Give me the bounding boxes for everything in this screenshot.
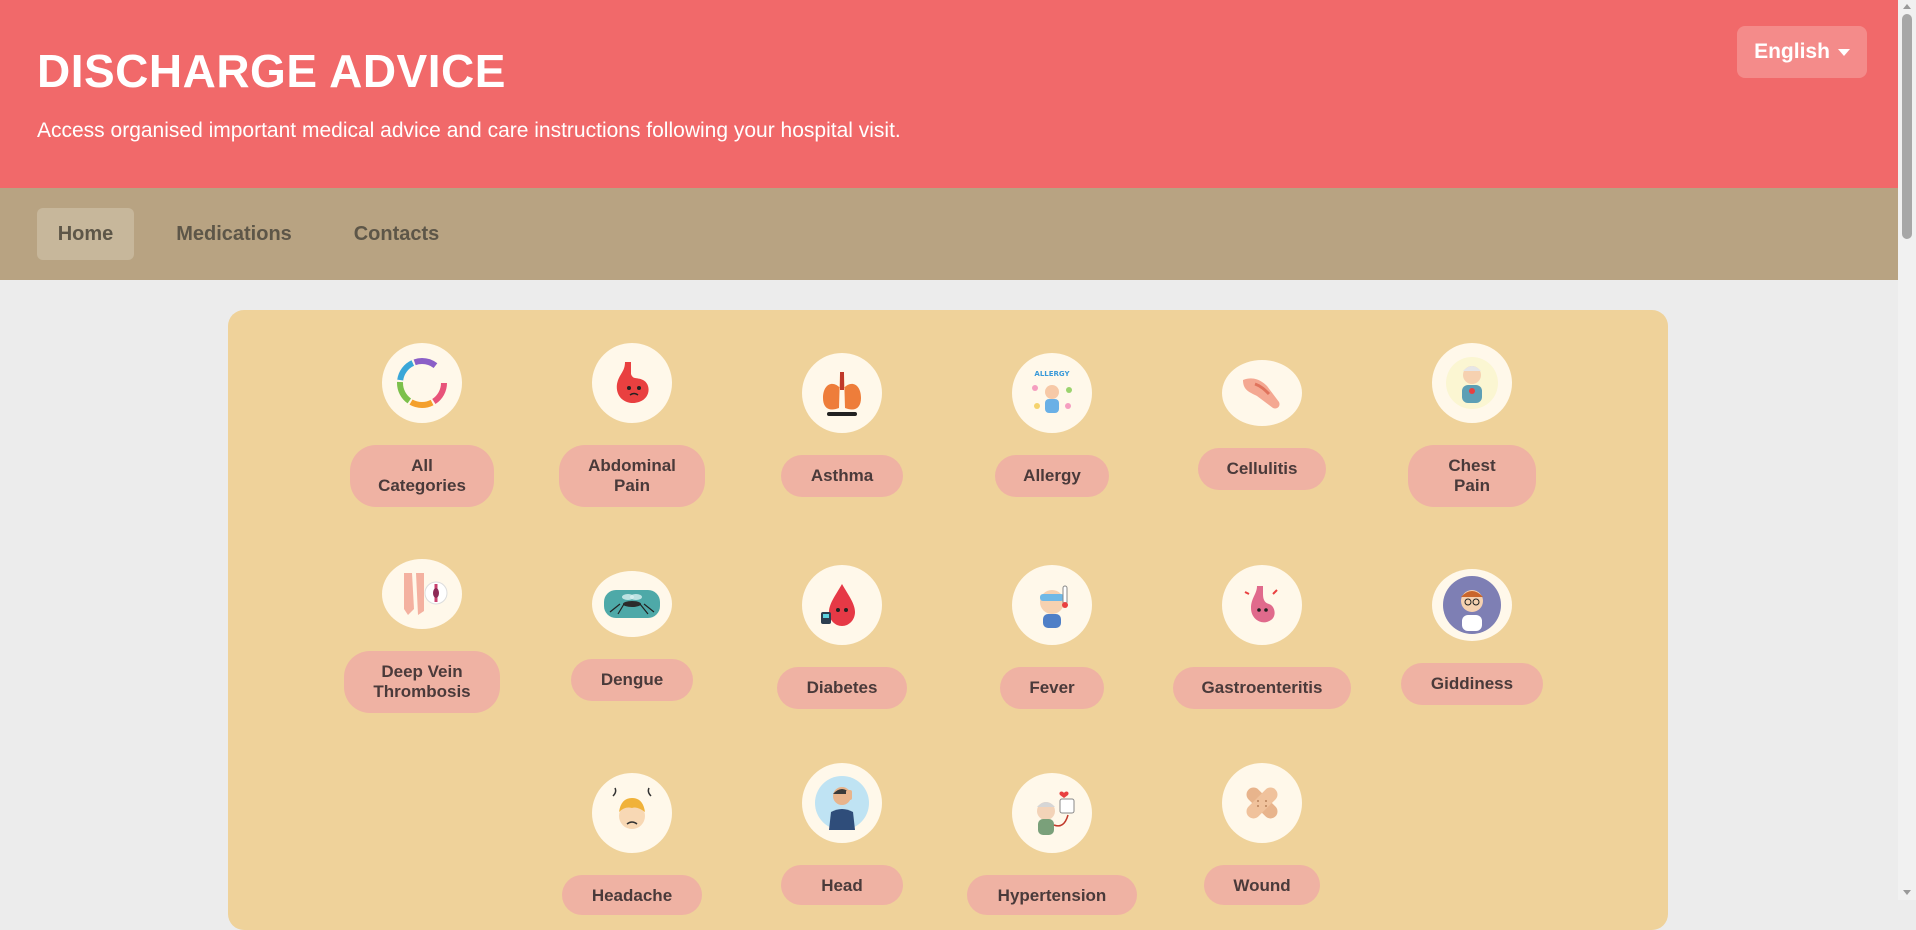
scroll-up-arrow-icon[interactable]: [1903, 4, 1911, 9]
allergy-icon: ALLERGY: [1012, 353, 1092, 433]
category-cellulitis[interactable]: Cellulitis: [1177, 360, 1347, 490]
elderly-blood-pressure-icon: [1012, 773, 1092, 853]
thermometer-child-icon: [1012, 565, 1092, 645]
category-label: Diabetes: [777, 667, 907, 709]
category-label: Giddiness: [1401, 663, 1543, 705]
category-label: Headache: [562, 875, 702, 915]
bandage-icon: [1222, 763, 1302, 843]
nav-medications[interactable]: Medications: [158, 208, 310, 260]
site-header: DISCHARGE ADVICE Access organised import…: [0, 0, 1898, 188]
dizzy-person-icon: [1432, 569, 1512, 641]
category-label: Allergy: [995, 455, 1109, 497]
category-allergy[interactable]: ALLERGY Allergy: [967, 353, 1137, 497]
category-all-categories[interactable]: All Categories: [337, 343, 507, 507]
leg-icon: [1222, 360, 1302, 426]
svg-text:ALLERGY: ALLERGY: [1034, 370, 1070, 378]
head-injury-icon: [802, 763, 882, 843]
main-nav: Home Medications Contacts: [0, 188, 1898, 280]
category-asthma[interactable]: Asthma: [757, 353, 927, 497]
category-chest-pain[interactable]: Chest Pain: [1387, 343, 1557, 507]
category-label: Chest Pain: [1408, 445, 1536, 507]
page-title: DISCHARGE ADVICE: [37, 45, 506, 97]
category-label: Head: [781, 865, 903, 905]
category-label: All Categories: [350, 445, 494, 507]
category-panel: All Categories Abdominal Pain Asthma ALL: [228, 310, 1668, 930]
nav-home[interactable]: Home: [37, 208, 134, 260]
vein-leg-icon: [382, 559, 462, 629]
scrollbar-thumb[interactable]: [1902, 14, 1912, 239]
category-head[interactable]: Head: [757, 763, 927, 905]
category-headache[interactable]: Headache: [547, 773, 717, 915]
category-hypertension[interactable]: Hypertension: [967, 773, 1137, 915]
nav-contacts[interactable]: Contacts: [334, 208, 459, 260]
headache-child-icon: [592, 773, 672, 853]
category-label: Dengue: [571, 659, 693, 701]
category-label: Asthma: [781, 455, 903, 497]
category-dengue[interactable]: Dengue: [547, 571, 717, 701]
stomach-icon: [592, 343, 672, 423]
lungs-icon: [802, 353, 882, 433]
category-label: Wound: [1204, 865, 1320, 905]
language-label: English: [1754, 40, 1830, 63]
chevron-down-icon: [1837, 48, 1850, 56]
gut-icon: [1222, 565, 1302, 645]
category-gastroenteritis[interactable]: Gastroenteritis: [1173, 565, 1351, 709]
category-ring-icon: [382, 343, 462, 423]
category-wound[interactable]: Wound: [1177, 763, 1347, 905]
category-fever[interactable]: Fever: [967, 565, 1137, 709]
page-subtitle: Access organised important medical advic…: [37, 119, 901, 142]
elderly-chest-pain-icon: [1432, 343, 1512, 423]
category-giddiness[interactable]: Giddiness: [1387, 569, 1557, 705]
language-dropdown[interactable]: English: [1737, 26, 1867, 78]
category-label: Gastroenteritis: [1173, 667, 1351, 709]
category-label: Hypertension: [967, 875, 1137, 915]
category-deep-vein-thrombosis[interactable]: Deep Vein Thrombosis: [337, 559, 507, 713]
category-abdominal-pain[interactable]: Abdominal Pain: [547, 343, 717, 507]
category-label: Fever: [1000, 667, 1104, 709]
category-label: Deep Vein Thrombosis: [344, 651, 500, 713]
category-label: Abdominal Pain: [559, 445, 705, 507]
scroll-down-arrow-icon[interactable]: [1903, 890, 1911, 895]
mosquito-icon: [592, 571, 672, 637]
category-label: Cellulitis: [1198, 448, 1326, 490]
blood-drop-icon: [802, 565, 882, 645]
category-diabetes[interactable]: Diabetes: [757, 565, 927, 709]
